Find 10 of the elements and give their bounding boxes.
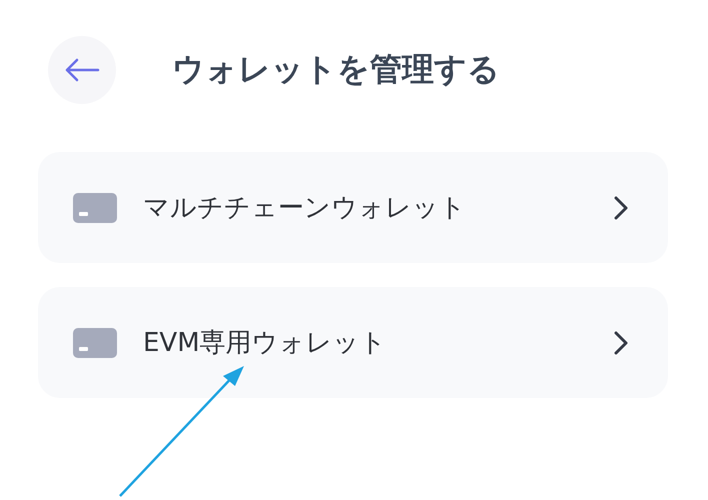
wallet-label: マルチチェーンウォレット	[143, 192, 467, 225]
card-icon	[73, 192, 117, 222]
chevron-icon	[614, 330, 628, 354]
chevron-icon	[614, 196, 628, 220]
wallet-label: EVM専用ウォレット	[143, 327, 388, 360]
back-arrow-icon	[64, 58, 100, 82]
card-icon	[73, 328, 117, 358]
wallet-option[interactable]: EVM専用ウォレット	[38, 287, 668, 398]
page-title: ウォレットを管理する	[172, 49, 500, 90]
wallet-option[interactable]: マルチチェーンウォレット	[38, 152, 668, 263]
